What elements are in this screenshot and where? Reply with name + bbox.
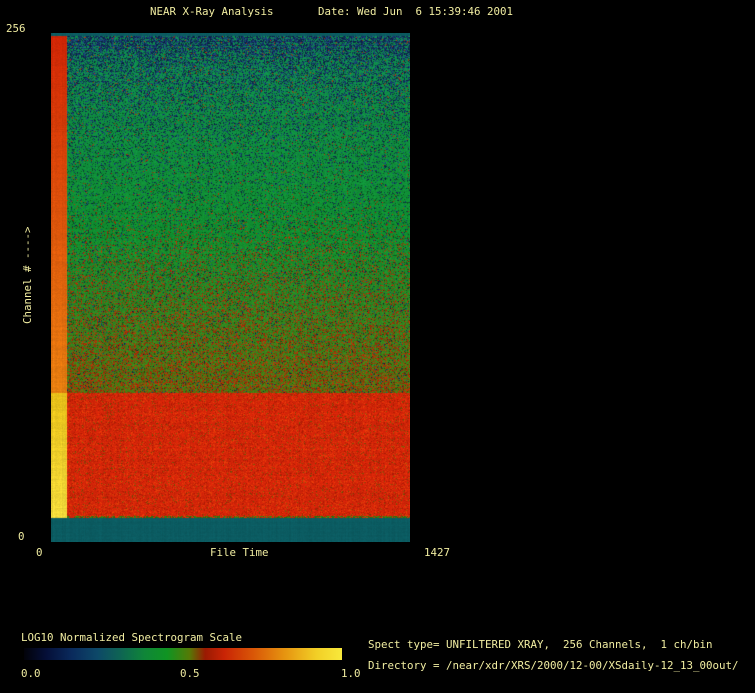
y-axis-title: Channel # ----> <box>21 226 34 324</box>
colorbar-tick-0: 0.0 <box>21 667 41 680</box>
x-axis-max-label: 1427 <box>424 546 450 559</box>
colorbar-title: LOG10 Normalized Spectrogram Scale <box>21 631 242 644</box>
colorbar-tick-1: 0.5 <box>180 667 200 680</box>
page-title: NEAR X-Ray Analysis <box>150 5 274 18</box>
colorbar-gradient <box>24 648 342 660</box>
y-axis-max-label: 256 <box>6 22 26 35</box>
y-axis-min-label: 0 <box>18 530 25 543</box>
near-xray-analysis-window: NEAR X-Ray Analysis Date: Wed Jun 6 15:3… <box>0 0 755 693</box>
spect-type-label: Spect type= UNFILTERED XRAY, 256 Channel… <box>368 638 713 651</box>
directory-label: Directory = /near/xdr/XRS/2000/12-00/XSd… <box>368 659 739 672</box>
colorbar-tick-2: 1.0 <box>341 667 361 680</box>
spectrogram-image <box>51 33 410 542</box>
x-axis-min-label: 0 <box>36 546 43 559</box>
x-axis-title: File Time <box>210 546 269 559</box>
date-label: Date: Wed Jun 6 15:39:46 2001 <box>318 5 513 18</box>
